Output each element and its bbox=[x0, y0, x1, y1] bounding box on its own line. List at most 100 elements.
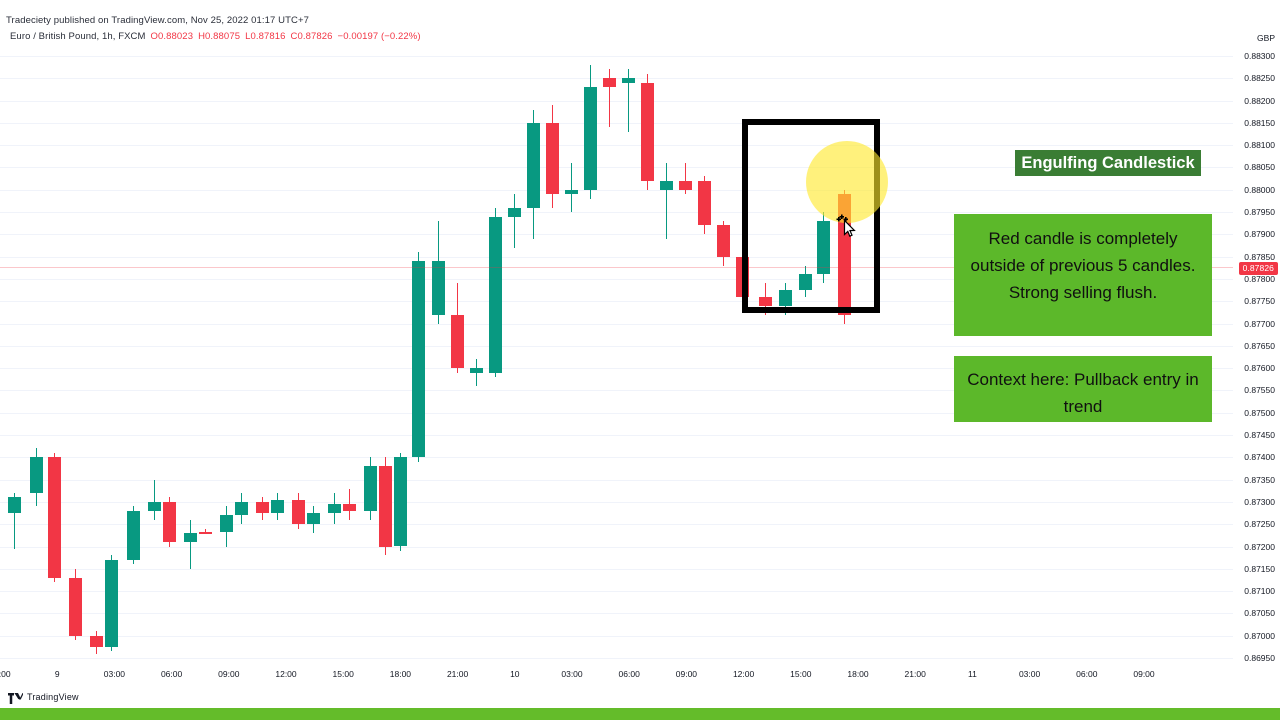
annotation-body-red-candle: Red candle is completely outside of prev… bbox=[954, 214, 1212, 336]
tradingview-logo[interactable]: TradingView bbox=[8, 691, 79, 704]
candlestick bbox=[363, 457, 377, 520]
candle-body bbox=[545, 122, 559, 195]
candle-body bbox=[488, 216, 502, 373]
candlestick bbox=[564, 163, 578, 213]
time-axis-tick: 9 bbox=[54, 669, 60, 679]
time-axis-tick: 09:00 bbox=[218, 669, 240, 679]
annotation-title-engulfing-candlestick: Engulfing Candlestick bbox=[1015, 150, 1201, 176]
candle-body bbox=[104, 559, 118, 647]
candlestick bbox=[47, 452, 61, 583]
candlestick bbox=[450, 283, 464, 373]
time-axis-tick: 03:00 bbox=[1018, 669, 1041, 679]
candlestick bbox=[68, 568, 82, 641]
time-axis-tick: 10 bbox=[510, 669, 520, 679]
candlestick bbox=[697, 176, 711, 235]
legend-symbol: Euro / British Pound, 1h, FXCM bbox=[10, 31, 146, 42]
price-axis-tick: 0.87550 bbox=[1244, 385, 1275, 396]
legend-open-value: 0.88023 bbox=[158, 31, 194, 42]
candle-body bbox=[47, 457, 61, 578]
candle-body bbox=[526, 122, 540, 208]
candle-body bbox=[431, 261, 445, 315]
time-axis-tick: 21:00 bbox=[0, 669, 11, 679]
candle-body bbox=[126, 510, 140, 560]
candle-body bbox=[697, 180, 711, 226]
candlestick bbox=[219, 506, 233, 547]
candlestick bbox=[327, 493, 341, 525]
candle-body bbox=[255, 501, 269, 514]
candle-body bbox=[219, 515, 233, 533]
candlestick bbox=[716, 220, 730, 266]
time-axis-tick: 21:00 bbox=[904, 669, 926, 679]
candle-body bbox=[507, 207, 521, 217]
candle-body bbox=[469, 368, 483, 373]
price-axis-tick: 0.88150 bbox=[1244, 117, 1275, 128]
candlestick bbox=[602, 69, 616, 128]
price-axis-tick: 0.87750 bbox=[1244, 296, 1275, 307]
candlestick bbox=[342, 488, 356, 520]
candlestick bbox=[104, 555, 118, 652]
candle-wick bbox=[570, 163, 572, 213]
time-axis-tick: 18:00 bbox=[847, 669, 869, 679]
candlestick bbox=[621, 69, 635, 132]
price-axis-tick: 0.86950 bbox=[1244, 653, 1275, 663]
candlestick bbox=[89, 631, 103, 654]
candle-body bbox=[564, 189, 578, 195]
price-axis-tick: 0.87300 bbox=[1244, 496, 1275, 507]
time-axis-tick: 03:00 bbox=[561, 669, 583, 679]
candle-body bbox=[306, 513, 320, 525]
candlestick bbox=[147, 479, 161, 520]
candle-body bbox=[234, 501, 248, 516]
price-axis-tick: 0.87400 bbox=[1244, 452, 1275, 463]
candlestick bbox=[659, 163, 673, 239]
candlestick bbox=[29, 448, 43, 507]
candle-body bbox=[602, 78, 616, 88]
candle-body bbox=[7, 497, 21, 514]
price-axis-tick: 0.88000 bbox=[1244, 184, 1275, 195]
legend-close-label: C bbox=[290, 31, 298, 42]
time-axis-tick: 09:00 bbox=[1133, 669, 1155, 679]
price-axis-tick: 0.87600 bbox=[1244, 363, 1275, 374]
candlestick bbox=[378, 457, 392, 556]
candlestick bbox=[469, 359, 483, 386]
legend-close-value: 0.87826 bbox=[297, 31, 333, 42]
candle-body bbox=[147, 501, 161, 511]
bottom-accent-bar bbox=[0, 708, 1280, 720]
time-axis-tick: 18:00 bbox=[389, 669, 412, 679]
candlestick bbox=[431, 220, 445, 324]
price-axis-divider bbox=[1233, 46, 1234, 666]
candle-body bbox=[327, 504, 341, 514]
candle-body bbox=[342, 504, 356, 511]
candlestick bbox=[198, 528, 212, 534]
candle-body bbox=[393, 457, 407, 547]
candle-wick bbox=[189, 519, 191, 569]
candle-body bbox=[198, 532, 212, 534]
candle-body bbox=[291, 499, 305, 525]
price-axis-tick: 0.87650 bbox=[1244, 340, 1275, 351]
legend-open-label: O bbox=[150, 31, 159, 42]
candle-body bbox=[621, 78, 635, 83]
candle-body bbox=[270, 499, 284, 514]
time-axis-tick: 06:00 bbox=[1076, 669, 1098, 679]
candlestick bbox=[291, 493, 305, 529]
candlestick bbox=[7, 493, 21, 549]
tradingview-wordmark: TradingView bbox=[27, 691, 79, 702]
candlestick bbox=[411, 252, 425, 462]
candlestick bbox=[545, 105, 559, 208]
tradingview-mark-icon bbox=[8, 691, 23, 704]
time-axis-tick: 15:00 bbox=[332, 669, 354, 679]
highlight-circle-drawing[interactable] bbox=[806, 141, 888, 223]
candlestick bbox=[270, 493, 284, 520]
candlestick bbox=[234, 493, 248, 525]
candlestick bbox=[183, 519, 197, 569]
annotation-body-context: Context here: Pullback entry in trend bbox=[954, 356, 1212, 422]
legend-change: −0.00197 (−0.22%) bbox=[337, 31, 421, 42]
candlestick bbox=[526, 109, 540, 239]
candle-body bbox=[29, 457, 43, 493]
price-axis-tick: 0.87350 bbox=[1244, 474, 1275, 485]
candlestick bbox=[255, 497, 269, 520]
time-axis-tick: 09:00 bbox=[675, 669, 698, 679]
price-axis-tick: 0.87700 bbox=[1244, 318, 1275, 329]
price-axis[interactable]: 0.88300 0.88250 0.88200 0.88150 0.88100 0.880… bbox=[1233, 33, 1280, 666]
candle-body bbox=[363, 466, 377, 511]
time-axis-tick: 03:00 bbox=[103, 669, 126, 679]
